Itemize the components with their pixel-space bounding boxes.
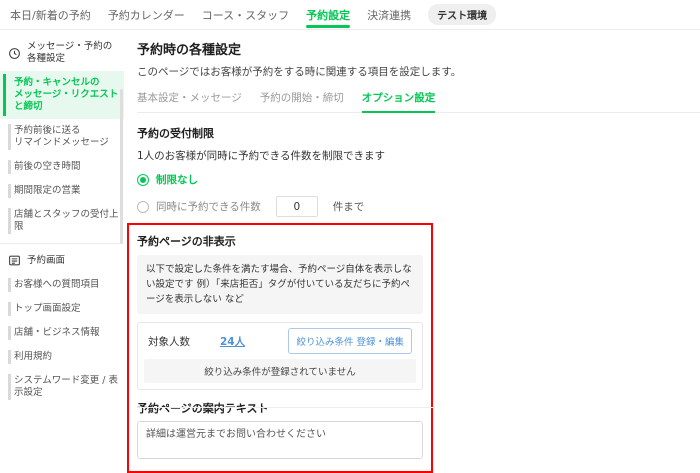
sidebar-item-label: 店舗とスタッフの受付上限 [14, 209, 120, 233]
tab-basic-settings-message[interactable]: 基本設定・メッセージ [137, 90, 242, 112]
filter-register-edit-button[interactable]: 絞り込み条件 登録・編集 [288, 328, 412, 354]
sidebar-item-reservation-screen[interactable]: 予約画面 [0, 248, 124, 273]
sidebar-scrollbar[interactable] [120, 89, 123, 244]
nav-tab-payment-link[interactable]: 決済連携 [367, 0, 411, 29]
option-settings-content: 予約の受付制限 1人のお客様が同時に予約できる件数を制限できます 制限なし 同時… [137, 125, 433, 473]
tab-reservation-start-deadline[interactable]: 予約の開始・締切 [260, 90, 344, 112]
sidebar-divider [0, 243, 124, 244]
top-navigation: 本日/新着の予約 予約カレンダー コース・スタッフ 予約設定 決済連携 テスト環… [0, 0, 700, 30]
limit-count-suffix: 件まで [333, 199, 365, 214]
settings-tabs: 基本設定・メッセージ 予約の開始・締切 オプション設定 [137, 90, 700, 113]
sidebar-item-remind-message[interactable]: 予約前後に送る リマインドメッセージ [0, 119, 124, 155]
hidden-page-title: 予約ページの非表示 [137, 233, 423, 249]
filter-empty-message: 絞り込み条件が登録されていません [144, 359, 416, 383]
hidden-page-highlight-box: 予約ページの非表示 以下で設定した条件を満たす場合、予約ページ自体を表示しない設… [127, 223, 433, 473]
sidebar-item-store-business-info[interactable]: 店舗・ビジネス情報 [0, 321, 124, 345]
guide-text-textarea[interactable]: 詳細は運営元までお問い合わせください [137, 421, 423, 459]
sidebar-item-system-word-display[interactable]: システムワード変更 / 表示設定 [0, 369, 124, 405]
sidebar-item-customer-questions[interactable]: お客様への質問項目 [0, 273, 124, 297]
page-subtitle: このページではお客様が予約をする時に関連する項目を設定します。 [137, 64, 700, 79]
main-content: 予約時の各種設定 このページではお客様が予約をする時に関連する項目を設定します。… [137, 31, 700, 408]
sidebar-item-buffer-time[interactable]: 前後の空き時間 [0, 155, 124, 179]
limit-count-radio[interactable] [137, 201, 149, 213]
target-count-row: 対象人数 24人 絞り込み条件 登録・編集 [144, 329, 416, 353]
target-count-label: 対象人数 [148, 334, 190, 349]
nav-tab-reservation-calendar[interactable]: 予約カレンダー [108, 0, 185, 29]
sidebar-item-label: システムワード変更 / 表示設定 [14, 375, 120, 399]
sidebar-item-label: 利用規約 [14, 351, 52, 363]
target-count-link[interactable]: 24人 [220, 334, 245, 349]
radio-row-no-limit: 制限なし [137, 172, 433, 187]
sidebar-item-message-settings-header[interactable]: メッセージ・予約の各種設定 [0, 35, 124, 71]
sidebar-item-label: トップ画面設定 [14, 303, 81, 315]
limit-count-radio-label[interactable]: 同時に予約できる件数 [156, 199, 261, 214]
nav-tab-reservation-settings[interactable]: 予約設定 [306, 0, 350, 29]
test-environment-badge: テスト環境 [428, 4, 496, 25]
sidebar-item-label: 期間限定の営業 [14, 185, 81, 197]
hidden-page-info: 以下で設定した条件を満たす場合、予約ページ自体を表示しない設定です 例）「来店拒… [137, 255, 423, 314]
sidebar-item-label: 予約画面 [27, 255, 65, 267]
sidebar-item-top-screen-settings[interactable]: トップ画面設定 [0, 297, 124, 321]
no-limit-radio[interactable] [137, 174, 149, 186]
sidebar-item-label: 店舗・ビジネス情報 [14, 327, 100, 339]
sidebar-item-label: 予約前後に送る リマインドメッセージ [14, 125, 109, 149]
sidebar-item-label: 前後の空き時間 [14, 161, 81, 173]
sidebar-item-cancel-message-deadline[interactable]: 予約・キャンセルの メッセージ・リクエストと締切 [0, 71, 124, 119]
tab-option-settings[interactable]: オプション設定 [362, 90, 436, 112]
list-icon [8, 254, 21, 267]
reception-limit-title: 予約の受付制限 [137, 125, 433, 141]
nav-tab-course-staff[interactable]: コース・スタッフ [202, 0, 289, 29]
sidebar-item-label: メッセージ・予約の各種設定 [27, 41, 120, 65]
radio-row-limit-count: 同時に予約できる件数 件まで [137, 196, 433, 217]
nav-tab-today-new-reservations[interactable]: 本日/新着の予約 [10, 0, 91, 29]
sidebar-item-terms-of-use[interactable]: 利用規約 [0, 345, 124, 369]
clock-icon [8, 47, 21, 60]
no-limit-radio-label[interactable]: 制限なし [156, 172, 198, 187]
guide-text-title: 予約ページの案内テキスト [137, 400, 423, 416]
sidebar-item-label: 予約・キャンセルの メッセージ・リクエストと締切 [14, 77, 120, 113]
sidebar-item-limited-business[interactable]: 期間限定の営業 [0, 179, 124, 203]
sidebar: メッセージ・予約の各種設定 予約・キャンセルの メッセージ・リクエストと締切 予… [0, 31, 124, 408]
sidebar-item-store-staff-limit[interactable]: 店舗とスタッフの受付上限 [0, 203, 124, 239]
sidebar-item-label: お客様への質問項目 [14, 279, 100, 291]
reception-limit-description: 1人のお客様が同時に予約できる件数を制限できます [137, 148, 433, 163]
limit-count-input[interactable] [276, 196, 318, 217]
filter-condition-card: 対象人数 24人 絞り込み条件 登録・編集 絞り込み条件が登録されていません [137, 322, 423, 390]
page-title: 予約時の各種設定 [137, 39, 700, 58]
